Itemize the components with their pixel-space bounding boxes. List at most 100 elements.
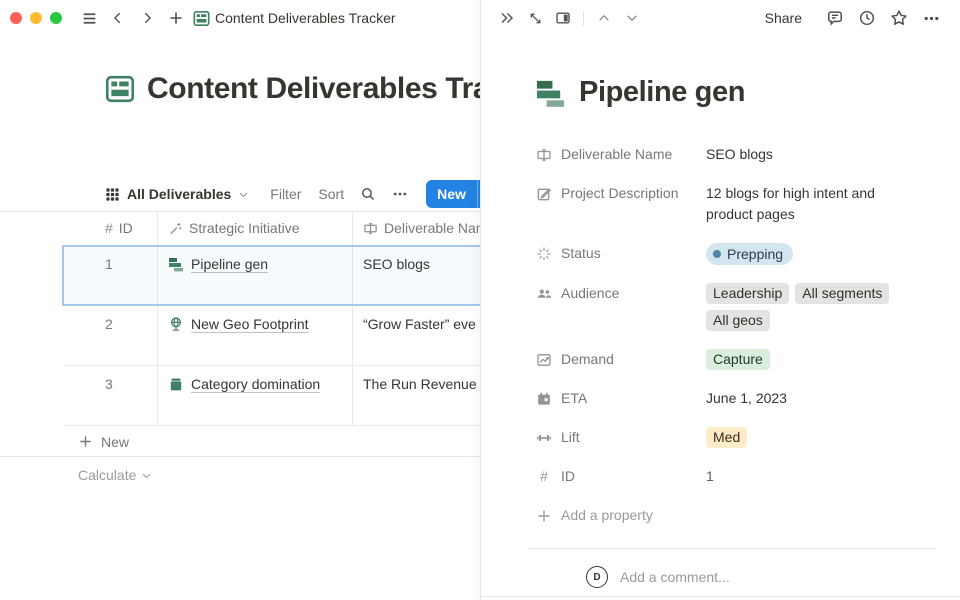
- new-record-split-button[interactable]: New: [426, 180, 480, 208]
- property-label[interactable]: Deliverable Name: [536, 144, 706, 165]
- select-tag[interactable]: Med: [706, 427, 747, 448]
- property-value[interactable]: Prepping: [706, 243, 920, 265]
- sidebar-menu-icon[interactable]: [77, 6, 101, 30]
- share-button[interactable]: Share: [765, 10, 802, 26]
- side-peek-mode-icon[interactable]: [551, 6, 575, 30]
- comment-composer[interactable]: D Add a comment...: [586, 566, 896, 588]
- page-link-label[interactable]: New Geo Footprint: [191, 314, 309, 334]
- multi-select-tag[interactable]: Leadership: [706, 283, 789, 304]
- property-row-demand: Demand Capture: [536, 340, 920, 379]
- property-label[interactable]: Project Description: [536, 183, 706, 204]
- property-label[interactable]: Status: [536, 243, 706, 264]
- property-row-project-description: Project Description 12 blogs for high in…: [536, 174, 920, 234]
- page-title[interactable]: Content Deliverables Tracker: [147, 72, 480, 106]
- chart-trend-icon: [536, 352, 552, 368]
- column-header-deliverable-name[interactable]: Deliverable Name: [353, 212, 480, 245]
- forward-icon[interactable]: [135, 6, 159, 30]
- multi-select-tag[interactable]: All segments: [795, 283, 889, 304]
- updates-clock-icon[interactable]: [854, 5, 880, 31]
- peek-page-title[interactable]: Pipeline gen: [579, 76, 745, 109]
- bar-chart-icon: [168, 256, 184, 272]
- new-tab-icon[interactable]: [164, 6, 188, 30]
- expand-page-icon[interactable]: [523, 6, 547, 30]
- comments-icon[interactable]: [822, 5, 848, 31]
- new-row-button[interactable]: New: [0, 427, 480, 457]
- next-record-icon[interactable]: [620, 6, 644, 30]
- filter-button[interactable]: Filter: [270, 186, 301, 202]
- page-link[interactable]: Category domination: [168, 374, 344, 394]
- window-controls: [10, 12, 62, 24]
- cell-id[interactable]: 2: [64, 306, 158, 365]
- property-value[interactable]: 1: [706, 466, 920, 487]
- cell-initiative[interactable]: Pipeline gen: [158, 246, 353, 305]
- column-header-label: ID: [119, 212, 133, 245]
- deliverables-table: # ID Strategic Initiative Deliverable Na…: [64, 212, 480, 426]
- page-database-icon[interactable]: [105, 74, 135, 104]
- column-header-strategic-initiative[interactable]: Strategic Initiative: [158, 212, 353, 245]
- cell-deliverable[interactable]: SEO blogs: [353, 246, 480, 305]
- property-label[interactable]: Audience: [536, 283, 706, 304]
- view-tab-all-deliverables[interactable]: All Deliverables: [105, 186, 249, 202]
- column-header-id[interactable]: # ID: [64, 212, 158, 245]
- page-link-label[interactable]: Pipeline gen: [191, 254, 268, 274]
- property-value[interactable]: Leadership All segments All geos: [706, 283, 920, 331]
- multi-select-tag[interactable]: All geos: [706, 310, 770, 331]
- property-name: Status: [561, 243, 601, 264]
- titlebar-document-title[interactable]: Content Deliverables Tracker: [215, 10, 396, 26]
- property-label[interactable]: Lift: [536, 427, 706, 448]
- more-options-icon[interactable]: [918, 5, 944, 31]
- favorite-star-icon[interactable]: [886, 5, 912, 31]
- app-window: Content Deliverables Tracker Content Del…: [0, 0, 960, 600]
- new-record-button-label[interactable]: New: [426, 180, 477, 208]
- status-tag[interactable]: Prepping: [706, 243, 793, 265]
- table-row[interactable]: 3 Category domination The Run Revenue S: [64, 366, 480, 426]
- status-tag-label: Prepping: [727, 244, 783, 265]
- property-value[interactable]: 12 blogs for high intent and product pag…: [706, 183, 916, 225]
- property-name: Lift: [561, 427, 580, 448]
- property-name: Audience: [561, 283, 619, 304]
- table-row[interactable]: 2 New Geo Footprint “Grow Faster” eve: [64, 306, 480, 366]
- property-label[interactable]: ETA: [536, 388, 706, 409]
- page-link-label[interactable]: Category domination: [191, 374, 320, 394]
- calendar-icon: [536, 391, 552, 407]
- zoom-window-button[interactable]: [50, 12, 62, 24]
- search-icon[interactable]: [360, 186, 376, 202]
- select-tag[interactable]: Capture: [706, 349, 770, 370]
- cell-id[interactable]: 3: [64, 366, 158, 425]
- table-view-icon: [105, 187, 120, 202]
- dumbbell-icon: [536, 430, 552, 446]
- sort-button[interactable]: Sort: [318, 186, 344, 202]
- page-link[interactable]: Pipeline gen: [168, 254, 344, 274]
- calculate-button[interactable]: Calculate: [0, 458, 480, 492]
- minimize-window-button[interactable]: [30, 12, 42, 24]
- text-property-icon: [363, 221, 378, 236]
- cell-deliverable[interactable]: “Grow Faster” eve: [353, 306, 480, 365]
- cell-id[interactable]: 1: [64, 246, 158, 305]
- edit-property-icon: [536, 186, 552, 202]
- cell-deliverable[interactable]: The Run Revenue S: [353, 366, 480, 425]
- back-icon[interactable]: [106, 6, 130, 30]
- property-value[interactable]: SEO blogs: [706, 144, 920, 165]
- cell-initiative[interactable]: Category domination: [158, 366, 353, 425]
- status-property-icon: [536, 246, 552, 262]
- previous-record-icon[interactable]: [592, 6, 616, 30]
- property-label[interactable]: # ID: [536, 466, 706, 487]
- close-peek-icon[interactable]: [495, 6, 519, 30]
- cell-initiative[interactable]: New Geo Footprint: [158, 306, 353, 365]
- bar-chart-icon[interactable]: [535, 77, 566, 108]
- more-options-icon[interactable]: [392, 186, 408, 202]
- property-name: ID: [561, 466, 575, 487]
- close-window-button[interactable]: [10, 12, 22, 24]
- column-header-label: Deliverable Name: [384, 212, 480, 245]
- property-value[interactable]: Med: [706, 427, 920, 448]
- property-name: Project Description: [561, 183, 679, 204]
- property-label[interactable]: Demand: [536, 349, 706, 370]
- property-value[interactable]: June 1, 2023: [706, 388, 920, 409]
- property-value[interactable]: Capture: [706, 349, 920, 370]
- add-property-button[interactable]: Add a property: [536, 496, 920, 535]
- number-property-icon: #: [536, 466, 552, 487]
- table-row[interactable]: 1 Pipeline gen SEO blogs: [64, 246, 480, 306]
- section-divider: [528, 548, 936, 549]
- page-link[interactable]: New Geo Footprint: [168, 314, 344, 334]
- comment-input-placeholder[interactable]: Add a comment...: [620, 569, 730, 585]
